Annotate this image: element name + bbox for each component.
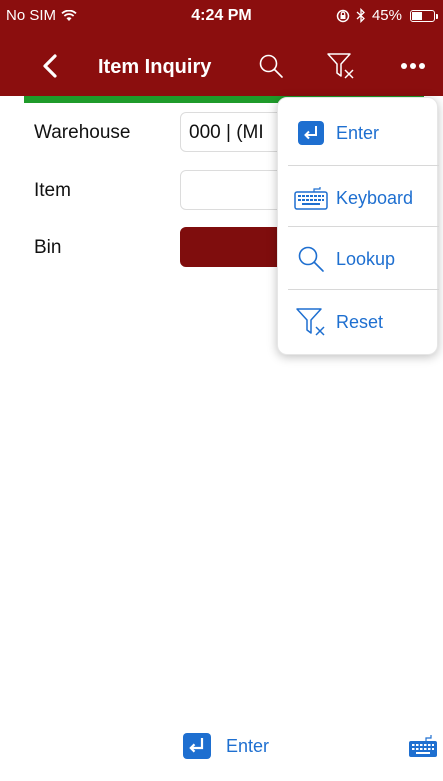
menu-item-reset[interactable]: Reset (278, 290, 439, 354)
nav-bar: Item Inquiry (0, 36, 443, 96)
menu-item-label: Enter (336, 122, 380, 143)
search-icon (286, 239, 336, 279)
battery-icon (410, 9, 438, 22)
orientation-lock-icon (336, 9, 350, 22)
filter-reset-icon (327, 53, 354, 79)
keyboard-button[interactable] (408, 734, 438, 763)
ellipsis-icon (401, 63, 425, 69)
enter-icon (286, 113, 336, 153)
menu-item-label: Lookup (336, 248, 396, 269)
warehouse-label: Warehouse (34, 122, 131, 143)
enter-icon (183, 733, 211, 759)
status-bar: No SIM 4:24 PM 45% (0, 0, 443, 36)
more-menu-button[interactable] (396, 50, 430, 82)
enter-button-label: Enter (226, 735, 270, 756)
reset-filter-button[interactable] (324, 49, 358, 83)
bin-label: Bin (34, 237, 62, 258)
filter-reset-icon (286, 302, 336, 342)
menu-item-keyboard[interactable]: Keyboard (278, 166, 439, 230)
enter-button[interactable]: Enter (182, 732, 269, 760)
bottom-toolbar: Enter (0, 720, 443, 781)
status-right: 45% (336, 7, 438, 24)
search-icon (259, 54, 283, 78)
keyboard-icon (409, 735, 437, 757)
item-label: Item (34, 180, 71, 201)
back-button[interactable] (34, 50, 66, 82)
page-title: Item Inquiry (98, 56, 212, 78)
battery-percent: 45% (371, 7, 402, 24)
menu-item-label: Reset (336, 311, 384, 332)
overflow-menu: Enter Keyboard Lookup Reset (277, 97, 439, 355)
menu-item-label: Keyboard (336, 187, 414, 208)
bluetooth-icon (356, 8, 365, 23)
menu-item-lookup[interactable]: Lookup (278, 227, 439, 291)
chevron-left-icon (43, 54, 57, 78)
search-button[interactable] (255, 50, 287, 82)
menu-item-enter[interactable]: Enter (278, 101, 439, 165)
keyboard-icon (286, 178, 336, 218)
